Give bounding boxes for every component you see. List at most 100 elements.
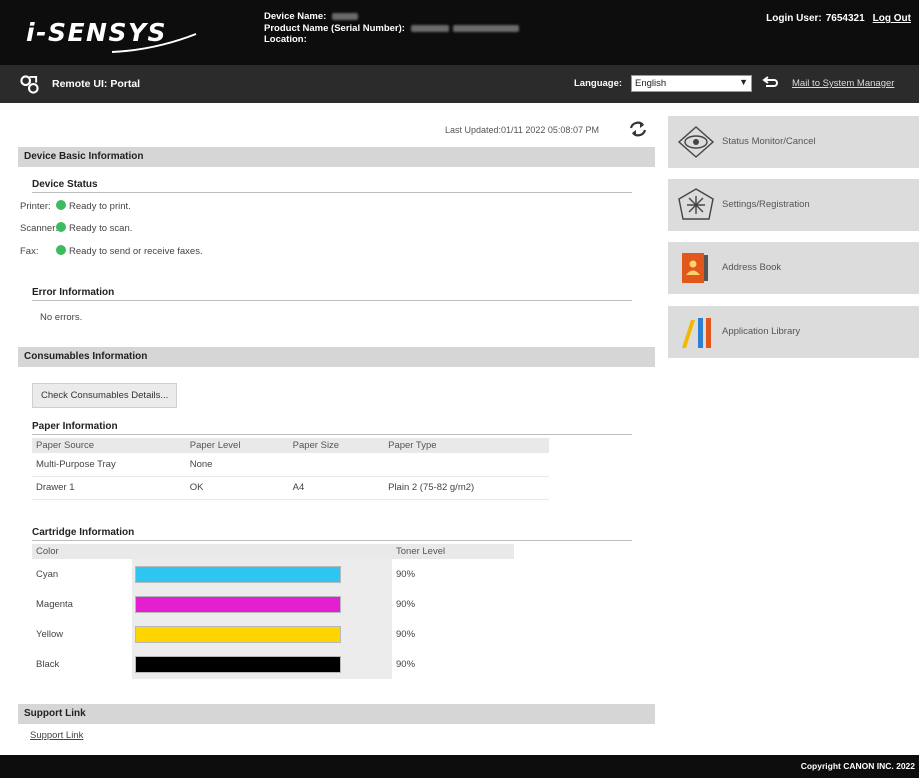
cartridge-color-cell: Yellow (36, 628, 64, 640)
settings-star-icon (678, 188, 714, 220)
printer-label: Printer: (20, 201, 51, 212)
toner-bar (135, 625, 341, 643)
footer: Copyright CANON INC. 2022 (0, 755, 919, 778)
login-area: Login User: 7654321 Log Out (766, 13, 911, 24)
cartridge-color-cell: Black (36, 658, 60, 670)
product-name-label: Product Name (Serial Number): (264, 22, 405, 34)
printer-status-row: Printer: Ready to print. (20, 200, 131, 212)
column-header-paper-size: Paper Size (288, 438, 385, 453)
status-ok-icon (56, 222, 66, 232)
scanner-status-row: Scanner: Ready to scan. (20, 222, 132, 234)
language-label: Language: (574, 78, 623, 89)
last-updated: Last Updated:01/11 2022 05:08:07 PM (445, 125, 599, 135)
support-link[interactable]: Support Link (30, 730, 83, 741)
toner-bar-cell (132, 589, 392, 619)
return-icon[interactable] (762, 75, 778, 91)
portal-icon[interactable] (20, 75, 39, 94)
toner-bar-fill-cyan (136, 566, 340, 582)
toner-bar-fill-black (136, 656, 340, 672)
top-header: i-SENSYS Device Name: Product Name (Seri… (0, 0, 919, 65)
toner-bar (135, 565, 341, 583)
toner-bar-fill-yellow (136, 626, 340, 642)
toner-bar (135, 595, 341, 613)
chevron-down-icon: ▼ (739, 77, 748, 87)
fax-status-row: Fax: Ready to send or receive faxes. (20, 245, 203, 257)
product-name-value-masked (410, 24, 449, 32)
table-row: Multi-Purpose Tray None (32, 453, 549, 477)
cartridge-color-cell: Cyan (36, 568, 59, 580)
column-header-paper-source: Paper Source (32, 438, 186, 453)
paper-level-cell: None (185, 453, 289, 477)
refresh-icon[interactable] (628, 120, 648, 138)
login-user-label: Login User: (766, 13, 822, 24)
check-consumables-button[interactable]: Check Consumables Details... (32, 383, 178, 408)
paper-info-table: Paper Source Paper Level Paper Size Pape… (32, 438, 549, 500)
mail-system-manager-link[interactable]: Mail to System Manager (792, 78, 894, 89)
sidebar-item-label: Application Library (722, 326, 801, 337)
language-select-value: English (635, 78, 667, 89)
column-header-paper-type: Paper Type (384, 438, 549, 453)
portal-bar: Remote UI: Portal Language: English ▼ Ma… (0, 65, 919, 103)
sidebar-item-label: Settings/Registration (722, 199, 810, 210)
status-ok-icon (56, 245, 66, 255)
sidebar-item-label: Status Monitor/Cancel (722, 136, 816, 147)
paper-source-cell: Drawer 1 (32, 476, 186, 500)
serial-number-value-masked (452, 24, 519, 32)
toner-level-cell: 90% (396, 628, 416, 640)
sidebar-item-settings[interactable]: Settings/Registration (668, 179, 919, 231)
error-info-heading: Error Information (32, 287, 632, 301)
logout-link[interactable]: Log Out (873, 13, 911, 24)
fax-label: Fax: (20, 246, 39, 257)
error-info-text: No errors. (40, 312, 83, 323)
device-status-heading: Device Status (32, 179, 632, 193)
cartridge-info-table: Color Toner Level Cyan 90% Magenta 90% Y… (32, 544, 514, 679)
main-content: Last Updated:01/11 2022 05:08:07 PM Devi… (18, 103, 655, 755)
support-link-heading: Support Link (18, 704, 655, 724)
table-row: Magenta 90% (32, 589, 514, 619)
device-name-label: Device Name: (264, 11, 327, 22)
toner-bar-cell (132, 559, 392, 589)
column-header-bar (132, 544, 392, 559)
toner-bar (135, 655, 341, 673)
language-select[interactable]: English ▼ (631, 75, 752, 92)
portal-title[interactable]: Remote UI: Portal (52, 78, 140, 90)
table-row: Cyan 90% (32, 559, 514, 589)
cartridge-info-heading: Cartridge Information (32, 527, 632, 541)
location-label: Location: (264, 34, 307, 45)
table-row: Black 90% (32, 649, 514, 679)
address-book-icon (682, 253, 708, 283)
paper-source-cell: Multi-Purpose Tray (32, 453, 186, 477)
column-header-paper-level: Paper Level (185, 438, 289, 453)
paper-size-cell (288, 453, 385, 477)
sidebar-item-application-library[interactable]: Application Library (668, 306, 919, 358)
column-header-toner-level: Toner Level (392, 544, 514, 559)
scanner-status: Ready to scan. (69, 223, 133, 234)
table-header-row: Color Toner Level (32, 544, 514, 559)
toner-bar-cell (132, 619, 392, 649)
login-user-value: 7654321 (825, 13, 865, 24)
column-header-color: Color (32, 544, 132, 559)
cartridge-color-cell: Magenta (36, 598, 73, 610)
paper-size-cell: A4 (288, 476, 385, 500)
device-name-value-masked (332, 13, 359, 21)
toner-level-cell: 90% (396, 598, 416, 610)
sidebar-item-status-monitor[interactable]: Status Monitor/Cancel (668, 116, 919, 168)
paper-type-cell: Plain 2 (75-82 g/m2) (384, 476, 549, 500)
library-icon (682, 318, 711, 348)
paper-level-cell: OK (185, 476, 289, 500)
printer-status: Ready to print. (69, 201, 131, 212)
consumables-heading: Consumables Information (18, 347, 655, 367)
table-header-row: Paper Source Paper Level Paper Size Pape… (32, 438, 549, 453)
sidebar-item-address-book[interactable]: Address Book (668, 242, 919, 294)
paper-type-cell (384, 453, 549, 477)
sidebar-item-label: Address Book (722, 262, 782, 273)
toner-level-cell: 90% (396, 658, 416, 670)
fax-status: Ready to send or receive faxes. (69, 246, 203, 257)
toner-level-cell: 90% (396, 568, 416, 580)
toner-bar-cell (132, 649, 392, 679)
copyright: Copyright CANON INC. 2022 (800, 761, 915, 771)
status-ok-icon (56, 200, 66, 210)
eye-icon (677, 126, 715, 158)
paper-info-heading: Paper Information (32, 421, 632, 435)
device-basic-info-heading: Device Basic Information (18, 147, 655, 167)
